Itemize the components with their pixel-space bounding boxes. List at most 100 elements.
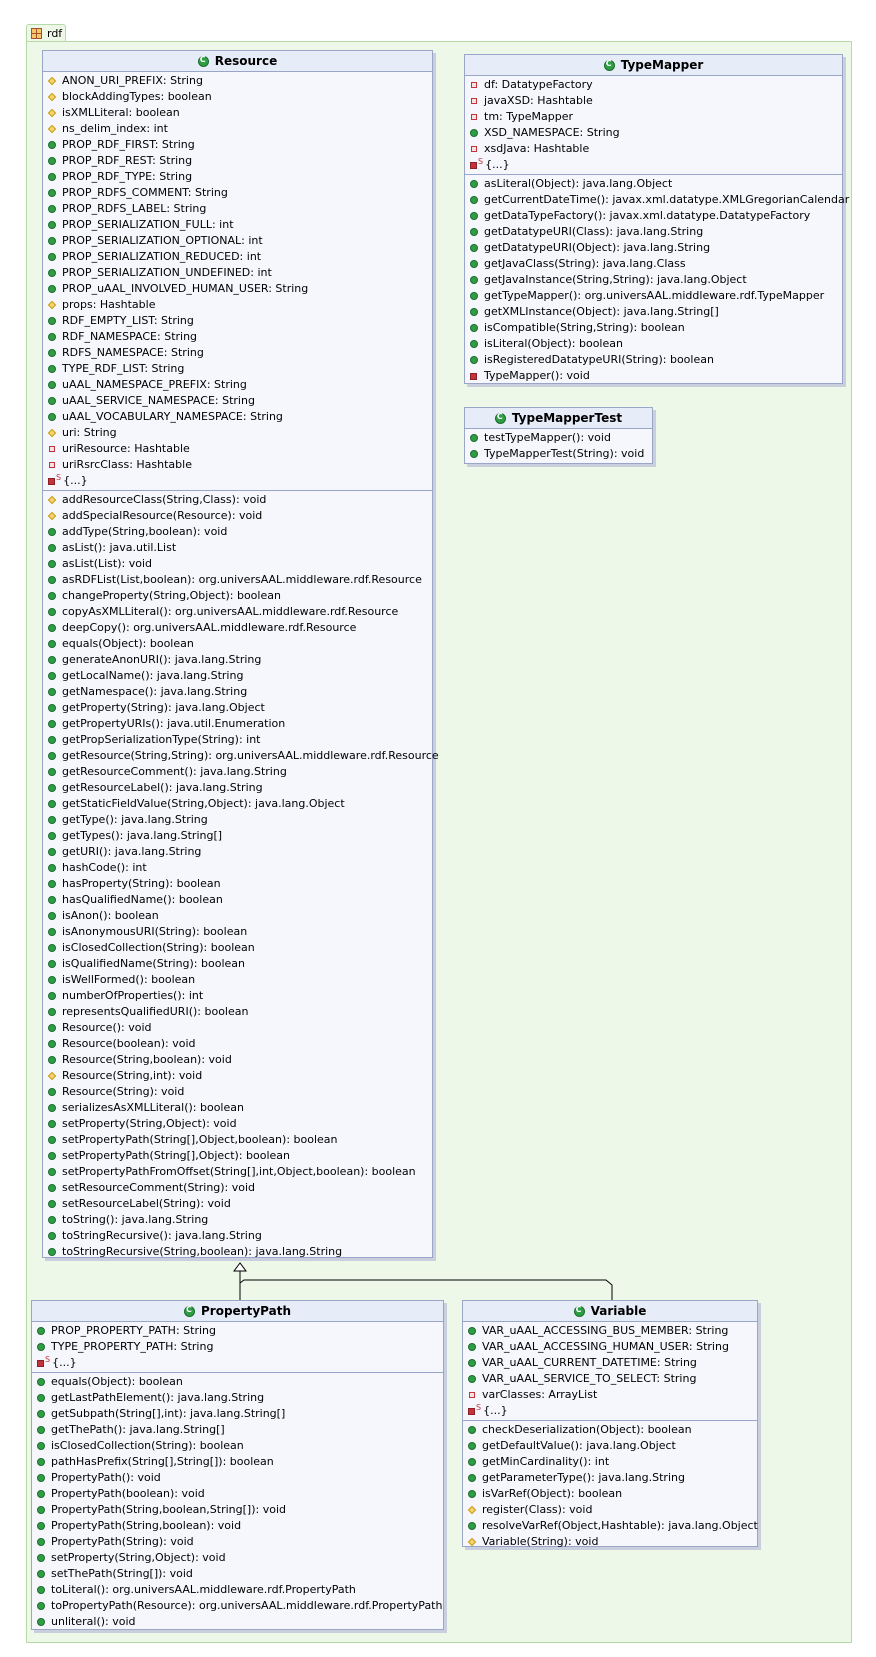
method-row[interactable]: Resource(String,int): void xyxy=(43,1068,432,1084)
method-row[interactable]: setProperty(String,Object): void xyxy=(43,1116,432,1132)
method-row[interactable]: getJavaInstance(String,String): java.lan… xyxy=(465,272,842,288)
method-row[interactable]: isQualifiedName(String): boolean xyxy=(43,956,432,972)
method-row[interactable]: copyAsXMLLiteral(): org.universAAL.middl… xyxy=(43,604,432,620)
class-variable[interactable]: Variable VAR_uAAL_ACCESSING_BUS_MEMBER: … xyxy=(462,1300,758,1550)
method-row[interactable]: addSpecialResource(Resource): void xyxy=(43,508,432,524)
method-row[interactable]: getProperty(String): java.lang.Object xyxy=(43,700,432,716)
method-row[interactable]: getDataTypeFactory(): javax.xml.datatype… xyxy=(465,208,842,224)
method-row[interactable]: hasProperty(String): boolean xyxy=(43,876,432,892)
method-row[interactable]: isClosedCollection(String): boolean xyxy=(32,1438,443,1454)
field-row[interactable]: uAAL_VOCABULARY_NAMESPACE: String xyxy=(43,409,432,425)
field-row[interactable]: blockAddingTypes: boolean xyxy=(43,89,432,105)
field-row[interactable]: S {...} xyxy=(463,1403,757,1419)
field-row[interactable]: TYPE_PROPERTY_PATH: String xyxy=(32,1339,443,1355)
field-row[interactable]: df: DatatypeFactory xyxy=(465,77,842,93)
field-row[interactable]: tm: TypeMapper xyxy=(465,109,842,125)
method-row[interactable]: Resource(String): void xyxy=(43,1084,432,1100)
method-row[interactable]: TypeMapperTest(String): void xyxy=(465,446,652,462)
field-row[interactable]: RDFS_NAMESPACE: String xyxy=(43,345,432,361)
field-row[interactable]: PROP_RDFS_COMMENT: String xyxy=(43,185,432,201)
method-row[interactable]: toPropertyPath(Resource): org.universAAL… xyxy=(32,1598,443,1614)
method-row[interactable]: isLiteral(Object): boolean xyxy=(465,336,842,352)
method-row[interactable]: Resource(boolean): void xyxy=(43,1036,432,1052)
field-row[interactable]: PROP_RDF_FIRST: String xyxy=(43,137,432,153)
method-row[interactable]: PropertyPath(boolean): void xyxy=(32,1486,443,1502)
class-propertypath[interactable]: PropertyPath PROP_PROPERTY_PATH: String T… xyxy=(31,1300,444,1630)
class-typemapper[interactable]: TypeMapper df: DatatypeFactory javaXSD: H… xyxy=(464,54,849,384)
method-row[interactable]: asList(): java.util.List xyxy=(43,540,432,556)
field-row[interactable]: PROP_uAAL_INVOLVED_HUMAN_USER: String xyxy=(43,281,432,297)
method-row[interactable]: getCurrentDateTime(): javax.xml.datatype… xyxy=(465,192,849,208)
method-row[interactable]: getResource(String,String): org.universA… xyxy=(43,748,439,764)
method-row[interactable]: getSubpath(String[],int): java.lang.Stri… xyxy=(32,1406,443,1422)
field-row[interactable]: isXMLLiteral: boolean xyxy=(43,105,432,121)
method-row[interactable]: deepCopy(): org.universAAL.middleware.rd… xyxy=(43,620,432,636)
method-row[interactable]: unliteral(): void xyxy=(32,1614,443,1630)
method-row[interactable]: pathHasPrefix(String[],String[]): boolea… xyxy=(32,1454,443,1470)
field-row[interactable]: javaXSD: Hashtable xyxy=(465,93,842,109)
field-row[interactable]: PROP_SERIALIZATION_FULL: int xyxy=(43,217,432,233)
method-row[interactable]: generateAnonURI(): java.lang.String xyxy=(43,652,432,668)
method-row[interactable]: getLocalName(): java.lang.String xyxy=(43,668,432,684)
method-row[interactable]: hashCode(): int xyxy=(43,860,432,876)
method-row[interactable]: setResourceComment(String): void xyxy=(43,1180,432,1196)
field-row[interactable]: PROP_RDFS_LABEL: String xyxy=(43,201,432,217)
method-row[interactable]: asList(List): void xyxy=(43,556,432,572)
method-row[interactable]: PropertyPath(String,boolean,String[]): v… xyxy=(32,1502,443,1518)
field-row[interactable]: PROP_RDF_TYPE: String xyxy=(43,169,432,185)
field-row[interactable]: RDF_NAMESPACE: String xyxy=(43,329,432,345)
field-row[interactable]: S {...} xyxy=(32,1355,443,1371)
method-row[interactable]: getJavaClass(String): java.lang.Class xyxy=(465,256,842,272)
method-row[interactable]: Variable(String): void xyxy=(463,1534,757,1550)
method-row[interactable]: toStringRecursive(String,boolean): java.… xyxy=(43,1244,432,1260)
field-row[interactable]: varClasses: ArrayList xyxy=(463,1387,757,1403)
field-row[interactable]: PROP_SERIALIZATION_UNDEFINED: int xyxy=(43,265,432,281)
method-row[interactable]: getParameterType(): java.lang.String xyxy=(463,1470,757,1486)
method-row[interactable]: getLastPathElement(): java.lang.String xyxy=(32,1390,443,1406)
method-row[interactable]: PropertyPath(String): void xyxy=(32,1534,443,1550)
method-row[interactable]: getTypes(): java.lang.String[] xyxy=(43,828,432,844)
method-row[interactable]: testTypeMapper(): void xyxy=(465,430,652,446)
method-row[interactable]: equals(Object): boolean xyxy=(32,1374,443,1390)
field-row[interactable]: VAR_uAAL_SERVICE_TO_SELECT: String xyxy=(463,1371,757,1387)
method-row[interactable]: getDatatypeURI(Object): java.lang.String xyxy=(465,240,842,256)
field-row[interactable]: ANON_URI_PREFIX: String xyxy=(43,73,432,89)
method-row[interactable]: setPropertyPathFromOffset(String[],int,O… xyxy=(43,1164,432,1180)
field-row[interactable]: xsdJava: Hashtable xyxy=(465,141,842,157)
method-row[interactable]: getDatatypeURI(Class): java.lang.String xyxy=(465,224,842,240)
method-row[interactable]: getNamespace(): java.lang.String xyxy=(43,684,432,700)
method-row[interactable]: isCompatible(String,String): boolean xyxy=(465,320,842,336)
field-row[interactable]: PROP_SERIALIZATION_OPTIONAL: int xyxy=(43,233,432,249)
method-row[interactable]: getXMLInstance(Object): java.lang.String… xyxy=(465,304,842,320)
method-row[interactable]: isAnonymousURI(String): boolean xyxy=(43,924,432,940)
field-row[interactable]: uri: String xyxy=(43,425,432,441)
field-row[interactable]: VAR_uAAL_CURRENT_DATETIME: String xyxy=(463,1355,757,1371)
method-row[interactable]: getResourceComment(): java.lang.String xyxy=(43,764,432,780)
field-row[interactable]: PROP_RDF_REST: String xyxy=(43,153,432,169)
method-row[interactable]: asRDFList(List,boolean): org.universAAL.… xyxy=(43,572,432,588)
field-row[interactable]: VAR_uAAL_ACCESSING_HUMAN_USER: String xyxy=(463,1339,757,1355)
method-row[interactable]: getDefaultValue(): java.lang.Object xyxy=(463,1438,757,1454)
method-row[interactable]: isVarRef(Object): boolean xyxy=(463,1486,757,1502)
method-row[interactable]: setPropertyPath(String[],Object,boolean)… xyxy=(43,1132,432,1148)
method-row[interactable]: setPropertyPath(String[],Object): boolea… xyxy=(43,1148,432,1164)
method-row[interactable]: toStringRecursive(): java.lang.String xyxy=(43,1228,432,1244)
method-row[interactable]: getThePath(): java.lang.String[] xyxy=(32,1422,443,1438)
method-row[interactable]: toString(): java.lang.String xyxy=(43,1212,432,1228)
method-row[interactable]: getMinCardinality(): int xyxy=(463,1454,757,1470)
method-row[interactable]: getStaticFieldValue(String,Object): java… xyxy=(43,796,432,812)
method-row[interactable]: isWellFormed(): boolean xyxy=(43,972,432,988)
method-row[interactable]: changeProperty(String,Object): boolean xyxy=(43,588,432,604)
field-row[interactable]: props: Hashtable xyxy=(43,297,432,313)
method-row[interactable]: hasQualifiedName(): boolean xyxy=(43,892,432,908)
method-row[interactable]: getPropertyURIs(): java.util.Enumeration xyxy=(43,716,432,732)
method-row[interactable]: serializesAsXMLLiteral(): boolean xyxy=(43,1100,432,1116)
field-row[interactable]: TYPE_RDF_LIST: String xyxy=(43,361,432,377)
method-row[interactable]: PropertyPath(String,boolean): void xyxy=(32,1518,443,1534)
method-row[interactable]: checkDeserialization(Object): boolean xyxy=(463,1422,757,1438)
method-row[interactable]: isRegisteredDatatypeURI(String): boolean xyxy=(465,352,842,368)
method-row[interactable]: getPropSerializationType(String): int xyxy=(43,732,432,748)
field-row[interactable]: XSD_NAMESPACE: String xyxy=(465,125,842,141)
method-row[interactable]: register(Class): void xyxy=(463,1502,757,1518)
field-row[interactable]: uAAL_NAMESPACE_PREFIX: String xyxy=(43,377,432,393)
